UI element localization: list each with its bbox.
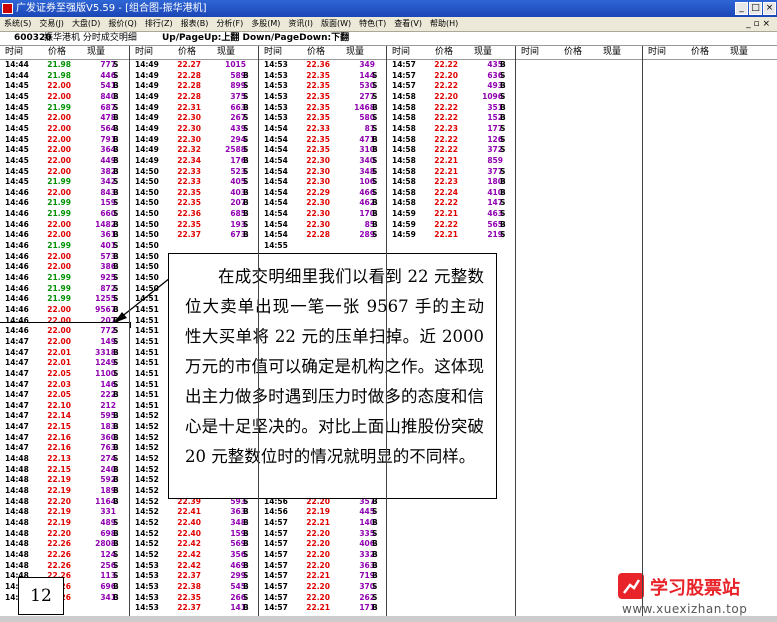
column-separator	[129, 46, 130, 616]
page-number: 12	[18, 577, 64, 615]
watermark-logo-icon	[618, 573, 644, 599]
watermark-url: www.xuexizhan.top	[622, 602, 748, 616]
column-separator	[258, 46, 259, 616]
status-bar	[0, 616, 777, 622]
callout-text: 在成交明细里我们以看到 22 元整数位大卖单出现一笔一张 9567 手的主动性大…	[185, 267, 484, 466]
watermark-brand: 学习股票站	[650, 578, 740, 599]
column-separator	[386, 46, 387, 616]
column-separator	[642, 46, 643, 616]
annotation-callout: 在成交明细里我们以看到 22 元整数位大卖单出现一笔一张 9567 手的主动性大…	[168, 253, 497, 499]
column-separator	[515, 46, 516, 616]
watermark: 学习股票站 www.xuexizhan.top	[612, 573, 772, 617]
